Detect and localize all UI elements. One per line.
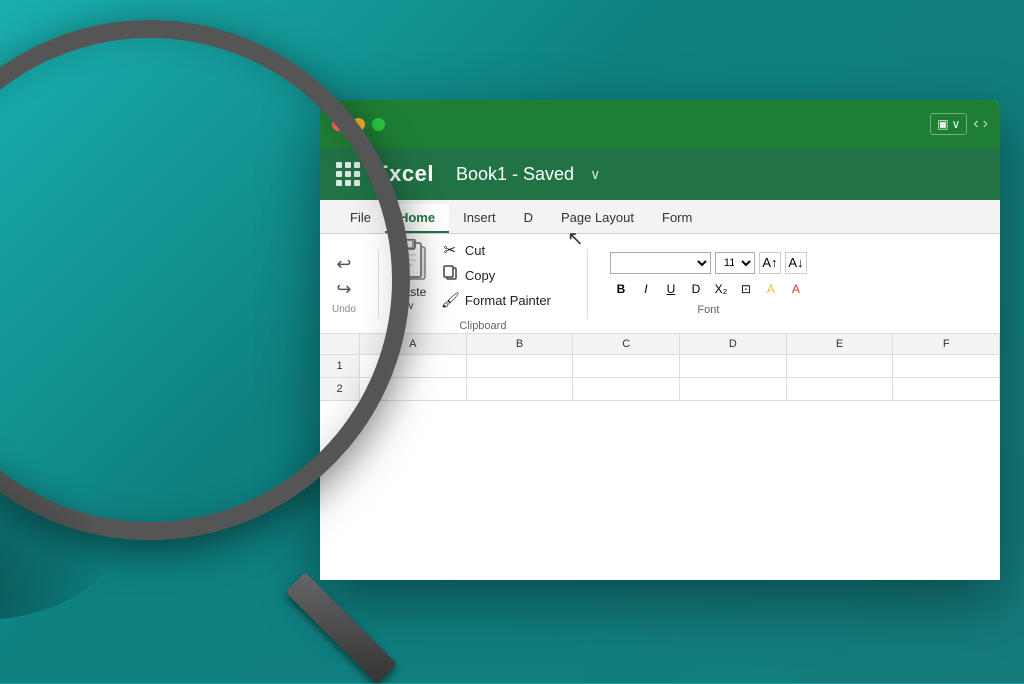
col-header-e[interactable]: E <box>787 334 894 354</box>
row-num-2: 2 <box>320 378 360 400</box>
excel-window: ▣ ∨ ‹ › Excel Book1 - Saved ∨ File Ho <box>320 100 1000 580</box>
redo-button[interactable]: ↪ <box>336 277 351 302</box>
app-grid-icon <box>336 162 360 186</box>
clipboard-items: Paste ∨ ✂ Cut <box>393 235 573 316</box>
underline-button[interactable]: U <box>660 278 682 300</box>
font-color-button[interactable]: A <box>785 278 807 300</box>
cell-d2[interactable] <box>680 378 787 400</box>
font-controls-row: 11 A↑ A↓ <box>610 252 807 274</box>
shrink-font-button[interactable]: A↓ <box>785 252 807 274</box>
maximize-button[interactable] <box>372 118 385 131</box>
paste-label: Paste <box>396 285 427 299</box>
undo-label: Undo <box>332 304 356 315</box>
cut-copy-format-group: ✂ Cut Copy 🖌 Form <box>437 239 573 311</box>
cell-e2[interactable] <box>787 378 894 400</box>
layout-icon-button[interactable]: ▣ ∨ <box>930 113 967 135</box>
cell-b2[interactable] <box>467 378 574 400</box>
forward-arrow-icon[interactable]: › <box>983 115 988 133</box>
copy-button[interactable]: Copy <box>437 263 573 287</box>
format-row: B I U D X₂ ⊡ A A <box>610 278 807 300</box>
dropdown-icon: ∨ <box>952 117 961 131</box>
cell-f2[interactable] <box>893 378 1000 400</box>
app-title-bar: Excel Book1 - Saved ∨ <box>320 148 1000 200</box>
font-name-select[interactable] <box>610 252 711 274</box>
separator-2 <box>587 249 588 319</box>
paste-icon <box>393 239 429 283</box>
app-name: Excel <box>374 161 434 187</box>
cell-c1[interactable] <box>573 355 680 377</box>
table-row: 2 <box>320 378 1000 401</box>
doc-chevron-icon[interactable]: ∨ <box>590 166 600 183</box>
paste-svg-icon <box>393 239 429 283</box>
layout-icon: ▣ <box>937 117 948 131</box>
clipboard-group-label: Clipboard <box>459 320 506 332</box>
cut-label: Cut <box>465 243 485 258</box>
cut-icon: ✂ <box>441 241 459 259</box>
font-group-label: Font <box>610 304 807 316</box>
tab-d[interactable]: D <box>510 204 547 233</box>
cut-button[interactable]: ✂ Cut <box>437 239 573 261</box>
font-group: 11 A↑ A↓ B I U D X₂ ⊡ A A Font <box>610 252 807 316</box>
col-header-d[interactable]: D <box>680 334 787 354</box>
toolbar-icons: ▣ ∨ ‹ › <box>930 113 988 135</box>
separator-1 <box>378 249 379 319</box>
undo-button[interactable]: ↩ <box>336 252 351 277</box>
strikethrough-button[interactable]: D <box>685 278 707 300</box>
tab-page-layout[interactable]: Page Layout <box>547 204 648 233</box>
grow-font-button[interactable]: A↑ <box>759 252 781 274</box>
col-header-f[interactable]: F <box>893 334 1000 354</box>
cell-a1[interactable] <box>360 355 467 377</box>
doc-title: Book1 - Saved <box>456 164 574 185</box>
col-header-c[interactable]: C <box>573 334 680 354</box>
cell-a2[interactable] <box>360 378 467 400</box>
tab-home[interactable]: Home <box>385 204 449 233</box>
tab-insert[interactable]: Insert <box>449 204 510 233</box>
corner-cell <box>320 334 360 354</box>
cell-f1[interactable] <box>893 355 1000 377</box>
italic-button[interactable]: I <box>635 278 657 300</box>
minimize-button[interactable] <box>352 118 365 131</box>
col-header-b[interactable]: B <box>467 334 574 354</box>
cell-c2[interactable] <box>573 378 680 400</box>
row-num-1: 1 <box>320 355 360 377</box>
column-headers: A B C D E F <box>320 334 1000 355</box>
spreadsheet-area: A B C D E F 1 2 <box>320 334 1000 580</box>
copy-label: Copy <box>465 268 495 283</box>
border-button[interactable]: ⊡ <box>735 278 757 300</box>
undo-redo-group: ↩ ↪ Undo <box>332 252 356 315</box>
back-arrow-icon[interactable]: ‹ <box>973 115 978 133</box>
format-painter-button[interactable]: 🖌 Format Painter <box>437 289 573 311</box>
cell-d1[interactable] <box>680 355 787 377</box>
format-painter-label: Format Painter <box>465 293 551 308</box>
window-controls <box>332 118 385 131</box>
paste-chevron-icon: ∨ <box>407 301 414 312</box>
bold-button[interactable]: B <box>610 278 632 300</box>
col-header-a[interactable]: A <box>360 334 467 354</box>
clipboard-group: Paste ∨ ✂ Cut <box>393 235 573 332</box>
title-bar: ▣ ∨ ‹ › <box>320 100 1000 148</box>
font-size-select[interactable]: 11 <box>715 252 755 274</box>
ribbon-tabs: File Home Insert D Page Layout Form <box>320 200 1000 234</box>
fill-color-button[interactable]: A <box>760 278 782 300</box>
nav-arrows: ‹ › <box>973 115 988 133</box>
subscript-button[interactable]: X₂ <box>710 278 732 300</box>
tab-file[interactable]: File <box>336 204 385 233</box>
ribbon-content: ↩ ↪ Undo <box>320 234 1000 334</box>
close-button[interactable] <box>332 118 345 131</box>
cell-b1[interactable] <box>467 355 574 377</box>
format-painter-icon: 🖌 <box>441 291 459 309</box>
cell-e1[interactable] <box>787 355 894 377</box>
copy-icon <box>441 265 459 285</box>
table-row: 1 <box>320 355 1000 378</box>
tab-form[interactable]: Form <box>648 204 706 233</box>
paste-button[interactable]: Paste ∨ <box>393 239 429 312</box>
